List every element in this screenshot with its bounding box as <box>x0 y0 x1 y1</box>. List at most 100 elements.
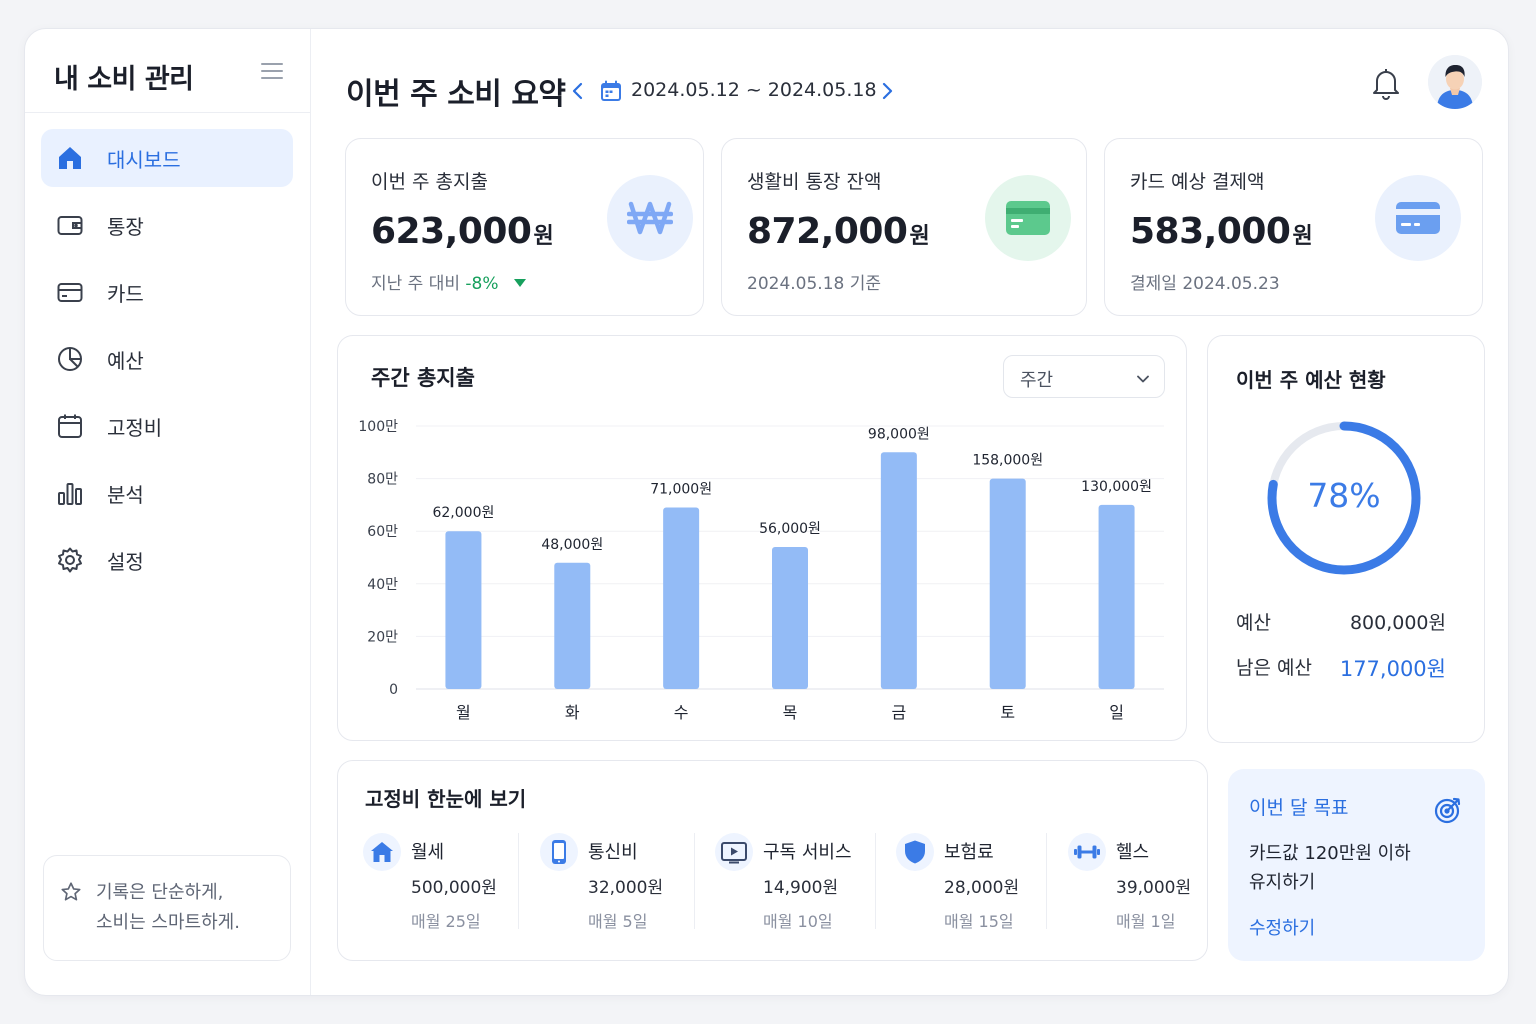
stat-value: 623,000원 <box>371 211 554 252</box>
stat-change: 지난 주 대비 -8% <box>371 269 528 294</box>
x-tick-label: 목 <box>783 703 798 722</box>
bell-icon[interactable] <box>1369 65 1403 101</box>
menu-toggle-icon[interactable] <box>261 63 283 81</box>
gear-icon <box>55 545 85 575</box>
remaining-label: 남은 예산 <box>1236 657 1312 679</box>
remaining-value: 177,000원 <box>1339 657 1446 681</box>
chart-bar <box>1098 504 1135 689</box>
fixed-item-date: 매월 5일 <box>588 912 648 931</box>
x-tick-label: 월 <box>456 703 471 722</box>
sidebar-item-label: 대시보드 <box>107 147 181 172</box>
weekly-bar-chart: 0 20만 40만 60만 80만 100만 62,000원월 48,000원화 71,000원… <box>358 419 1164 722</box>
budget-percent: 78% <box>1307 476 1381 515</box>
x-tick-label: 일 <box>1109 703 1124 722</box>
avatar[interactable] <box>1428 55 1482 109</box>
calendar-icon <box>55 411 85 441</box>
house-icon <box>363 833 401 871</box>
chart-bar <box>880 452 917 689</box>
sidebar-item-settings[interactable]: 설정 <box>41 531 293 589</box>
y-tick-label: 40만 <box>367 577 398 593</box>
goal-text: 카드값 120만원 이하 유지하기 <box>1249 843 1411 893</box>
divider <box>875 833 876 929</box>
pie-chart-icon <box>55 344 85 374</box>
bar-value-label: 62,000원 <box>432 505 494 521</box>
stat-value: 872,000원 <box>747 211 930 252</box>
y-tick-label: 20만 <box>367 629 398 645</box>
next-week-button[interactable] <box>877 79 897 103</box>
sidebar-item-fixed-costs[interactable]: 고정비 <box>41 397 293 455</box>
goal-title: 이번 달 목표 <box>1249 797 1349 819</box>
remaining-budget-row: 남은 예산 177,000원 <box>1236 653 1446 681</box>
sidebar-item-label: 고정비 <box>107 415 163 440</box>
prev-week-button[interactable] <box>568 79 588 103</box>
bar-value-label: 56,000원 <box>759 521 821 537</box>
date-range: 2024.05.12 ~ 2024.05.18 <box>631 79 877 101</box>
sidebar: 내 소비 관리 대시보드 통장 카드 예산 고정비 분석 설정 기록은 단순하게… <box>25 29 311 995</box>
won-icon <box>607 175 693 261</box>
sidebar-item-bankbook[interactable]: 통장 <box>41 196 293 254</box>
budget-title: 이번 주 예산 현황 <box>1236 368 1386 392</box>
fixed-item-name: 구독 서비스 <box>763 842 852 863</box>
stat-label: 생활비 통장 잔액 <box>747 171 882 193</box>
sidebar-item-card[interactable]: 카드 <box>41 263 293 321</box>
play-icon <box>715 833 753 871</box>
dumbbell-icon <box>1068 833 1106 871</box>
bar-value-label: 98,000원 <box>868 426 930 442</box>
chart-bar <box>663 507 700 689</box>
app-title: 내 소비 관리 <box>54 64 194 95</box>
bankbook-icon <box>985 175 1071 261</box>
credit-card-icon <box>55 277 85 307</box>
stat-value: 583,000원 <box>1130 211 1313 252</box>
stat-label: 카드 예상 결제액 <box>1130 171 1265 193</box>
quote-text: 기록은 단순하게, 소비는 스마트하게. <box>96 882 240 933</box>
weekly-spending-card: 주간 총지출 주간 0 20만 40만 60만 80만 100만 62,000원 월 48,00… <box>337 335 1187 741</box>
fixed-item-name: 통신비 <box>588 842 638 863</box>
chart-bar <box>445 531 482 689</box>
fixed-item-date: 매월 1일 <box>1116 912 1176 931</box>
smartphone-icon <box>540 833 578 871</box>
budget-value: 800,000원 <box>1349 612 1446 634</box>
fixed-item-amount: 500,000원 <box>411 878 497 898</box>
stat-card-living-balance: 생활비 통장 잔액 872,000원 2024.05.18 기준 <box>721 138 1087 316</box>
fixed-item-name: 월세 <box>411 842 445 863</box>
quote-box: 기록은 단순하게, 소비는 스마트하게. <box>43 855 291 961</box>
sidebar-item-dashboard[interactable]: 대시보드 <box>41 129 293 187</box>
sidebar-item-analysis[interactable]: 분석 <box>41 464 293 522</box>
edit-goal-link[interactable]: 수정하기 <box>1249 914 1315 940</box>
sidebar-item-label: 설정 <box>107 549 144 574</box>
budget-row: 예산 800,000원 <box>1236 608 1446 635</box>
y-tick-label: 60만 <box>367 524 398 540</box>
home-icon <box>55 143 85 173</box>
credit-card-icon <box>1375 175 1461 261</box>
bar-value-label: 130,000원 <box>1081 479 1152 495</box>
sidebar-item-label: 분석 <box>107 482 144 507</box>
fixed-item-amount: 39,000원 <box>1116 878 1192 898</box>
monthly-goal-card: 이번 달 목표 카드값 120만원 이하 유지하기 수정하기 <box>1228 769 1485 961</box>
sidebar-item-budget[interactable]: 예산 <box>41 330 293 388</box>
divider <box>518 833 519 929</box>
chart-bar <box>989 478 1026 689</box>
fixed-item-amount: 32,000원 <box>588 878 664 898</box>
divider <box>694 833 695 929</box>
stat-label: 이번 주 총지출 <box>371 171 488 193</box>
bar-value-label: 158,000원 <box>972 453 1043 469</box>
y-tick-label: 80만 <box>367 472 398 488</box>
page-title: 이번 주 소비 요약 <box>346 77 566 112</box>
divider <box>25 112 311 113</box>
stat-card-card-payment: 카드 예상 결제액 583,000원 결제일 2024.05.23 <box>1104 138 1483 316</box>
budget-status-card: 이번 주 예산 현황 78% 예산 800,000원 남은 예산 177,000… <box>1207 335 1485 743</box>
y-tick-label: 100만 <box>358 419 398 435</box>
calendar-icon <box>599 79 623 103</box>
fixed-item-name: 보험료 <box>944 842 994 863</box>
wallet-icon <box>55 210 85 240</box>
stat-sub: 결제일 2024.05.23 <box>1130 274 1280 294</box>
down-triangle-icon <box>513 279 526 287</box>
x-tick-label: 수 <box>674 703 689 722</box>
sidebar-item-label: 통장 <box>107 214 144 239</box>
stat-card-total-spending: 이번 주 총지출 623,000원 지난 주 대비 -8% <box>345 138 704 316</box>
shield-icon <box>896 833 934 871</box>
chart-bar <box>772 546 808 689</box>
sidebar-item-label: 예산 <box>107 348 144 373</box>
fixed-item-date: 매월 25일 <box>411 912 481 931</box>
x-tick-label: 화 <box>565 703 580 722</box>
